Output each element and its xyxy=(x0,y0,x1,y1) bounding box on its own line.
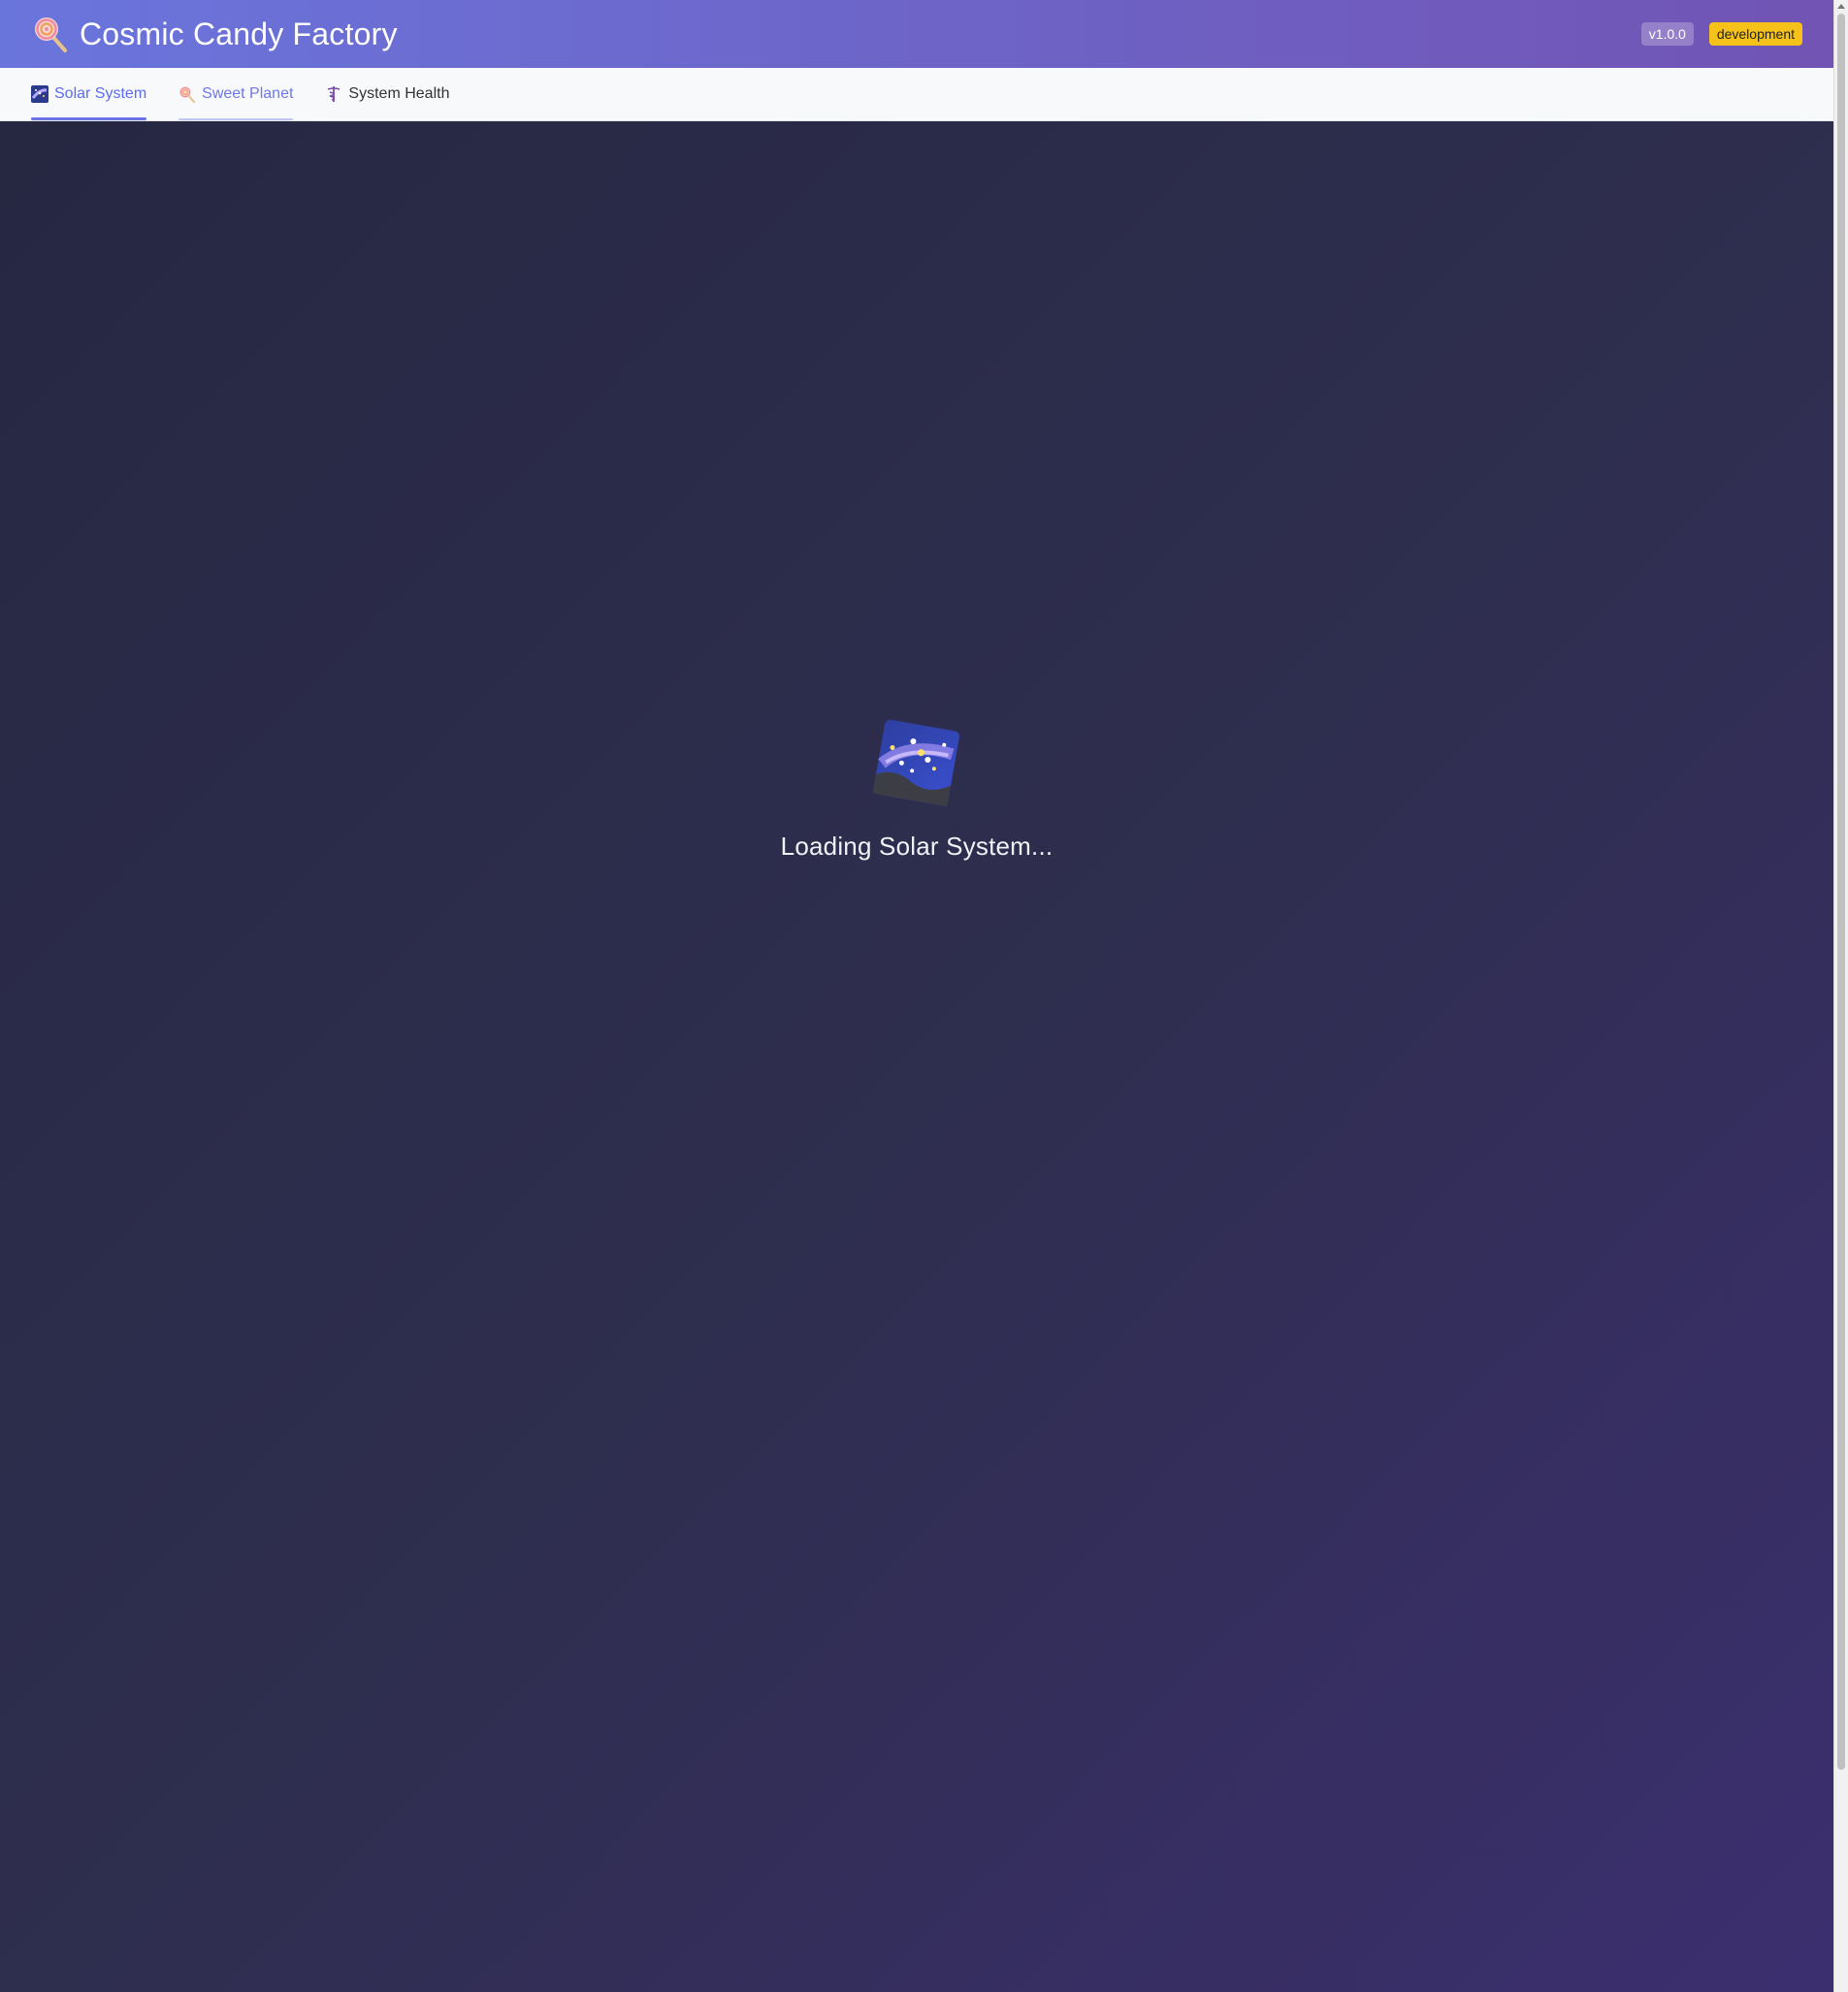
tab-sweet-planet[interactable]: Sweet Planet xyxy=(178,68,294,120)
app-title: Cosmic Candy Factory xyxy=(80,16,398,51)
version-badge: v1.0.0 xyxy=(1640,22,1694,46)
tab-label: Sweet Planet xyxy=(202,85,294,102)
scroll-up-arrow-icon[interactable] xyxy=(1837,4,1845,9)
lollipop-icon xyxy=(178,85,196,103)
tab-bar: Solar System Sweet Planet System Health xyxy=(0,68,1833,121)
main-content: Loading Solar System... xyxy=(0,121,1833,1992)
milky-way-icon xyxy=(870,717,962,809)
loading-text: Loading Solar System... xyxy=(780,832,1054,861)
tab-solar-system[interactable]: Solar System xyxy=(31,68,147,120)
caduceus-icon xyxy=(325,85,342,103)
lollipop-icon xyxy=(31,15,70,53)
page-scrollbar[interactable] xyxy=(1833,0,1848,1992)
loading-indicator: Loading Solar System... xyxy=(780,719,1054,862)
tab-label: System Health xyxy=(348,85,450,102)
milky-way-icon xyxy=(31,85,49,103)
scrollbar-thumb[interactable] xyxy=(1837,14,1845,1770)
environment-badge: development xyxy=(1708,22,1802,46)
app: Cosmic Candy Factory v1.0.0 development … xyxy=(0,0,1833,1992)
app-header: Cosmic Candy Factory v1.0.0 development xyxy=(0,0,1833,68)
tab-label: Solar System xyxy=(54,85,147,102)
tab-system-health[interactable]: System Health xyxy=(325,68,449,120)
